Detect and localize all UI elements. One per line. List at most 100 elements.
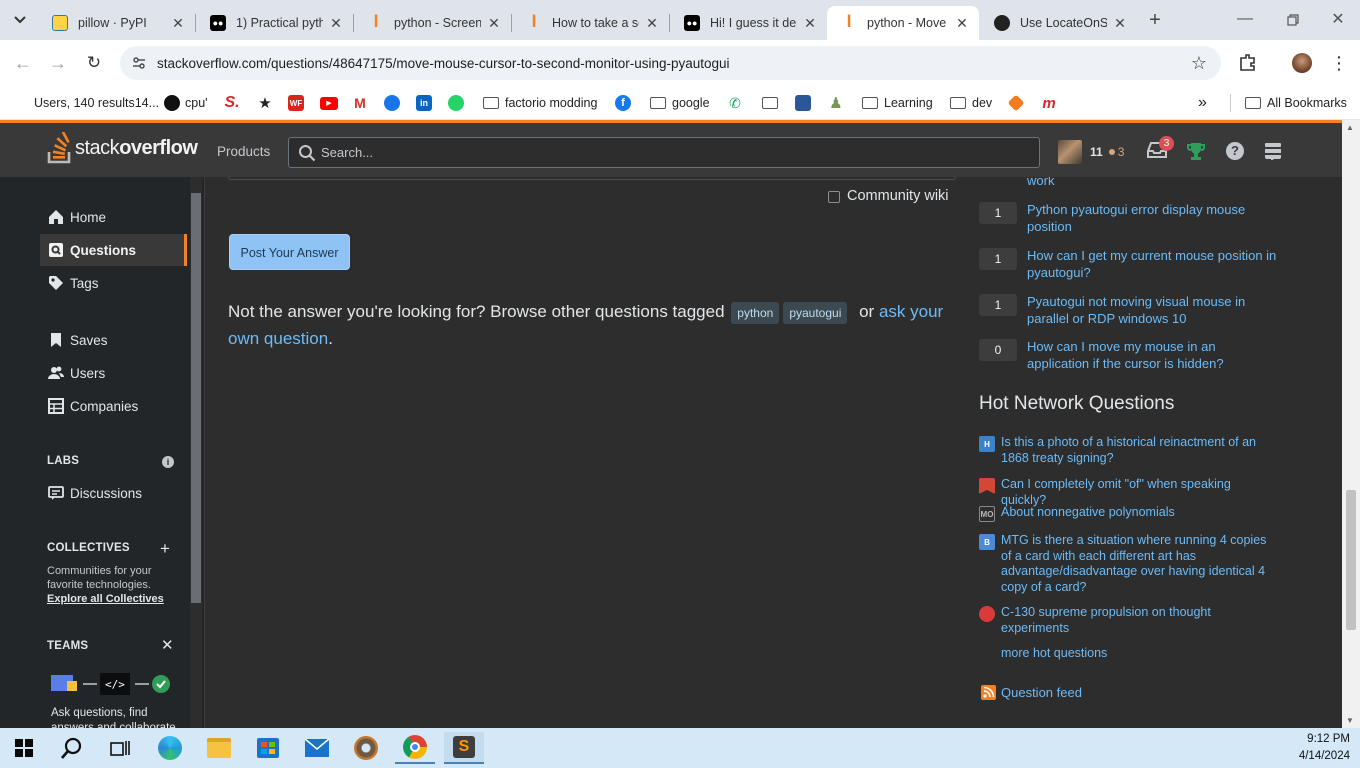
bookmark-shortcut[interactable]: in bbox=[416, 92, 432, 114]
question-feed-link[interactable]: Question feed bbox=[981, 685, 1082, 700]
hot-question-link[interactable]: About nonnegative polynomials bbox=[1001, 505, 1175, 522]
sidebar-item-companies[interactable]: Companies bbox=[40, 390, 187, 422]
browser-tab[interactable]: ꟾ How to take a sc ✕ bbox=[512, 6, 669, 40]
close-icon[interactable]: ✕ bbox=[1113, 15, 1127, 32]
close-icon[interactable]: ✕ bbox=[161, 636, 174, 654]
close-icon[interactable]: ✕ bbox=[329, 15, 343, 32]
edge-app[interactable] bbox=[150, 732, 190, 764]
back-button[interactable]: ← bbox=[12, 52, 34, 74]
bookmark-item[interactable]: cpu' bbox=[164, 92, 208, 114]
browser-tab[interactable]: ●● 1) Practical pyth ✕ bbox=[196, 6, 353, 40]
add-collective-button[interactable]: + bbox=[160, 539, 170, 559]
close-icon[interactable]: ✕ bbox=[645, 15, 659, 32]
settings-app[interactable] bbox=[346, 732, 386, 764]
bookmark-star-icon[interactable]: ☆ bbox=[1191, 53, 1207, 74]
tag-pyautogui[interactable]: pyautogui bbox=[783, 301, 848, 324]
help-button[interactable]: ? bbox=[1226, 142, 1244, 160]
explore-collectives-link[interactable]: Explore all Collectives bbox=[47, 593, 164, 605]
sidebar-item-discussions[interactable]: Discussions bbox=[40, 477, 187, 509]
page-scrollbar-thumb[interactable] bbox=[1346, 490, 1356, 630]
task-view-button[interactable] bbox=[100, 732, 140, 764]
more-hot-questions-link[interactable]: more hot questions bbox=[1001, 646, 1107, 660]
bookmark-folder[interactable] bbox=[762, 92, 784, 114]
restore-button[interactable] bbox=[1280, 8, 1306, 32]
mail-app[interactable] bbox=[297, 732, 337, 764]
sidebar-item-home[interactable]: Home bbox=[40, 201, 187, 233]
bookmark-shortcut[interactable]: ★ bbox=[257, 92, 273, 114]
taskbar-search[interactable] bbox=[52, 732, 92, 764]
sidebar-scrollbar[interactable] bbox=[190, 177, 202, 728]
sidebar-item-users[interactable]: Users bbox=[40, 357, 187, 389]
bookmark-shortcut[interactable] bbox=[448, 92, 464, 114]
sublime-text-app[interactable]: S bbox=[444, 732, 484, 764]
site-search[interactable]: Search... bbox=[288, 137, 1040, 168]
user-card[interactable]: 11 3 bbox=[1058, 137, 1124, 167]
more-bookmarks-button[interactable]: » bbox=[1198, 92, 1207, 114]
sidebar-item-questions[interactable]: Questions bbox=[40, 234, 187, 266]
address-bar[interactable]: stackoverflow.com/questions/48647175/mov… bbox=[120, 46, 1221, 80]
inbox-button[interactable]: 3 bbox=[1146, 136, 1174, 164]
related-question-link[interactable]: How can I get my current mouse position … bbox=[1027, 248, 1279, 281]
browser-tab[interactable]: pillow · PyPI ✕ bbox=[38, 6, 195, 40]
sidebar-item-saves[interactable]: Saves bbox=[40, 324, 187, 356]
site-info-icon[interactable] bbox=[132, 56, 146, 75]
bookmark-folder[interactable]: Learning bbox=[862, 92, 933, 114]
bookmark-shortcut[interactable]: ▶ bbox=[320, 92, 338, 114]
related-question[interactable]: 1 How can I get my current mouse positio… bbox=[979, 248, 1279, 281]
bookmark-shortcut[interactable]: M bbox=[352, 92, 368, 114]
related-question-link[interactable]: Pyautogui not moving visual mouse in par… bbox=[1027, 294, 1279, 327]
browser-tab-active[interactable]: ꟾ python - Move m ✕ bbox=[827, 6, 979, 40]
related-question-link[interactable]: How can I move my mouse in an applicatio… bbox=[1027, 339, 1279, 372]
tag-python[interactable]: python bbox=[731, 301, 780, 324]
community-wiki-checkbox[interactable] bbox=[828, 191, 840, 203]
related-question-link[interactable]: work bbox=[1027, 177, 1054, 188]
bookmark-shortcut[interactable] bbox=[795, 92, 811, 114]
browser-tab[interactable]: ●● Hi! I guess it dep ✕ bbox=[670, 6, 827, 40]
reload-button[interactable]: ↻ bbox=[83, 52, 105, 74]
bookmark-shortcut[interactable]: WF bbox=[288, 92, 304, 114]
bookmark-item[interactable]: Users, 140 results14... bbox=[34, 92, 159, 114]
browser-menu-icon[interactable]: ⋮ bbox=[1330, 52, 1348, 74]
hot-question[interactable]: C-130 supreme propulsion on thought expe… bbox=[979, 605, 1279, 636]
file-explorer-app[interactable] bbox=[199, 732, 239, 764]
all-bookmarks-folder[interactable]: All Bookmarks bbox=[1245, 92, 1347, 114]
bookmark-shortcut[interactable]: S. bbox=[224, 92, 240, 114]
close-icon[interactable]: ✕ bbox=[487, 15, 501, 32]
bookmark-folder[interactable]: dev bbox=[950, 92, 992, 114]
close-icon[interactable]: ✕ bbox=[955, 15, 969, 32]
search-input[interactable]: Search... bbox=[321, 145, 373, 160]
hot-question[interactable]: Can I completely omit "of" when speaking… bbox=[979, 477, 1279, 508]
site-switcher-button[interactable] bbox=[1264, 142, 1282, 161]
close-icon[interactable]: ✕ bbox=[171, 15, 185, 32]
chrome-app[interactable] bbox=[395, 732, 435, 764]
bookmark-shortcut[interactable]: f bbox=[615, 92, 631, 114]
bookmark-shortcut[interactable]: m bbox=[1041, 92, 1057, 114]
start-button[interactable] bbox=[4, 732, 44, 764]
related-question[interactable]: 0 How can I move my mouse in an applicat… bbox=[979, 339, 1279, 372]
new-tab-button[interactable]: + bbox=[1144, 8, 1166, 32]
bookmark-folder[interactable]: factorio modding bbox=[483, 92, 597, 114]
sidebar-item-tags[interactable]: Tags bbox=[40, 267, 187, 299]
hot-question[interactable]: B MTG is there a situation where running… bbox=[979, 533, 1279, 596]
store-app[interactable] bbox=[248, 732, 288, 764]
bookmark-shortcut[interactable]: ✆ bbox=[727, 92, 743, 114]
bookmark-shortcut[interactable] bbox=[1007, 92, 1025, 114]
related-question-link[interactable]: Python pyautogui error display mouse pos… bbox=[1027, 202, 1279, 235]
hot-question-link[interactable]: MTG is there a situation where running 4… bbox=[1001, 533, 1279, 596]
hot-question-link[interactable]: C-130 supreme propulsion on thought expe… bbox=[1001, 605, 1279, 636]
hot-question-link[interactable]: Can I completely omit "of" when speaking… bbox=[1001, 477, 1279, 508]
hot-question-link[interactable]: Is this a photo of a historical reinactm… bbox=[1001, 435, 1279, 466]
close-window-button[interactable]: ✕ bbox=[1326, 8, 1350, 32]
stackoverflow-logo[interactable]: stack overflow bbox=[47, 132, 198, 164]
hot-question[interactable]: MO About nonnegative polynomials bbox=[979, 505, 1279, 522]
browser-tab[interactable]: Use LocateOnSc ✕ bbox=[980, 6, 1137, 40]
related-question[interactable]: 1 Pyautogui not moving visual mouse in p… bbox=[979, 294, 1279, 327]
forward-button[interactable]: → bbox=[47, 52, 69, 74]
minimize-button[interactable]: — bbox=[1232, 8, 1258, 32]
tab-search-button[interactable] bbox=[8, 10, 32, 30]
hot-question[interactable]: H Is this a photo of a historical reinac… bbox=[979, 435, 1279, 466]
post-answer-button[interactable]: Post Your Answer bbox=[229, 234, 350, 270]
related-question[interactable]: 1 Python pyautogui error display mouse p… bbox=[979, 202, 1279, 235]
achievements-button[interactable] bbox=[1186, 141, 1208, 163]
profile-avatar[interactable] bbox=[1292, 53, 1312, 73]
